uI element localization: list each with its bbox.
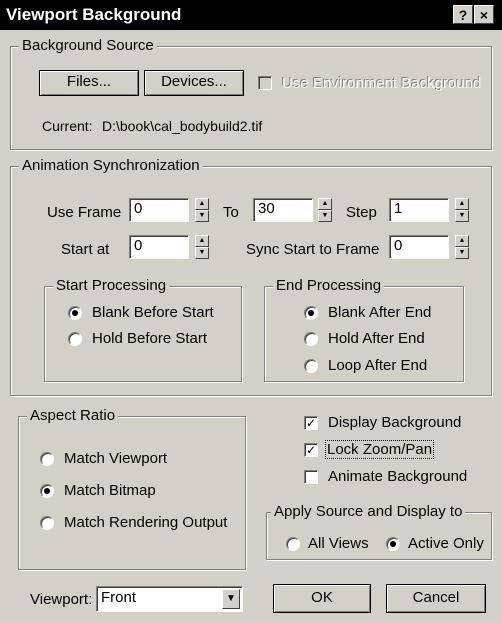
devices-button[interactable]: Devices... bbox=[144, 70, 244, 96]
background-source-group: Background Source bbox=[10, 37, 492, 150]
hold-after-end-radio[interactable] bbox=[304, 332, 318, 346]
cancel-button-label: Cancel bbox=[412, 589, 460, 606]
match-viewport-label: Match Viewport bbox=[64, 450, 168, 467]
current-label: Current: bbox=[42, 118, 93, 134]
step-input[interactable]: 1 bbox=[389, 198, 449, 222]
spinner-up-icon[interactable]: ▲ bbox=[195, 235, 209, 247]
use-frame-spinner[interactable]: ▲ ▼ bbox=[195, 198, 209, 222]
spinner-down-icon[interactable]: ▼ bbox=[195, 247, 209, 259]
active-only-radio[interactable] bbox=[386, 537, 400, 551]
spinner-down-icon[interactable]: ▼ bbox=[455, 247, 469, 259]
match-bitmap-radio[interactable] bbox=[40, 484, 54, 498]
blank-after-end-label: Blank After End bbox=[328, 304, 432, 321]
use-frame-input[interactable]: 0 bbox=[129, 198, 189, 222]
loop-after-end-label: Loop After End bbox=[328, 357, 428, 374]
all-views-radio[interactable] bbox=[286, 537, 300, 551]
viewport-label: Viewport: bbox=[30, 591, 93, 608]
ok-button-label: OK bbox=[311, 589, 333, 606]
viewport-select[interactable]: Front ▼ bbox=[96, 586, 243, 612]
help-button[interactable]: ? bbox=[453, 5, 473, 24]
display-background-checkbox[interactable]: ✓ bbox=[304, 416, 318, 430]
spinner-up-icon[interactable]: ▲ bbox=[455, 235, 469, 247]
to-spinner[interactable]: ▲ ▼ bbox=[318, 198, 332, 222]
blank-after-end-radio[interactable] bbox=[304, 306, 318, 320]
match-viewport-radio[interactable] bbox=[40, 452, 54, 466]
animation-sync-legend: Animation Synchronization bbox=[19, 157, 203, 174]
sync-start-input[interactable]: 0 bbox=[389, 235, 449, 259]
use-environment-label: Use Environment Background bbox=[282, 75, 482, 92]
sync-start-label: Sync Start to Frame bbox=[246, 241, 380, 258]
current-path: D:\book\cal_bodybuild2.tif bbox=[102, 118, 263, 134]
start-at-label: Start at bbox=[61, 241, 110, 258]
spinner-down-icon[interactable]: ▼ bbox=[455, 210, 469, 222]
loop-after-end-radio[interactable] bbox=[304, 359, 318, 373]
background-source-legend: Background Source bbox=[19, 37, 157, 54]
devices-button-label: Devices... bbox=[161, 73, 227, 90]
ok-button[interactable]: OK bbox=[273, 584, 371, 613]
start-at-spinner[interactable]: ▲ ▼ bbox=[195, 235, 209, 259]
active-only-label: Active Only bbox=[408, 535, 484, 552]
check-mark-icon: ✓ bbox=[305, 443, 317, 457]
to-input[interactable]: 30 bbox=[253, 198, 313, 222]
end-processing-legend: End Processing bbox=[273, 277, 385, 294]
use-environment-checkbox[interactable] bbox=[258, 76, 272, 90]
lock-zoom-checkbox[interactable]: ✓ bbox=[304, 443, 318, 457]
spinner-up-icon[interactable]: ▲ bbox=[318, 198, 332, 210]
hold-before-start-label: Hold Before Start bbox=[92, 330, 208, 347]
aspect-ratio-legend: Aspect Ratio bbox=[27, 407, 119, 424]
match-rendering-output-label: Match Rendering Output bbox=[64, 514, 228, 531]
blank-before-start-radio[interactable] bbox=[68, 306, 82, 320]
start-processing-legend: Start Processing bbox=[53, 277, 170, 294]
match-rendering-output-radio[interactable] bbox=[40, 516, 54, 530]
animate-background-checkbox[interactable] bbox=[304, 470, 318, 484]
title-bar: Viewport Background ? × bbox=[0, 0, 502, 30]
start-at-input[interactable]: 0 bbox=[129, 235, 189, 259]
blank-before-start-label: Blank Before Start bbox=[92, 304, 214, 321]
spinner-up-icon[interactable]: ▲ bbox=[195, 198, 209, 210]
display-background-label: Display Background bbox=[328, 414, 462, 431]
hold-before-start-radio[interactable] bbox=[68, 332, 82, 346]
sync-start-spinner[interactable]: ▲ ▼ bbox=[455, 235, 469, 259]
viewport-select-value: Front bbox=[101, 589, 137, 606]
dropdown-arrow-icon[interactable]: ▼ bbox=[222, 589, 240, 609]
match-bitmap-label: Match Bitmap bbox=[64, 482, 156, 499]
all-views-label: All Views bbox=[308, 535, 369, 552]
use-frame-label: Use Frame bbox=[47, 204, 122, 221]
spinner-down-icon[interactable]: ▼ bbox=[195, 210, 209, 222]
apply-to-legend: Apply Source and Display to bbox=[271, 503, 466, 520]
cancel-button[interactable]: Cancel bbox=[386, 584, 486, 613]
animate-background-label: Animate Background bbox=[328, 468, 468, 485]
check-mark-icon: ✓ bbox=[305, 416, 317, 430]
close-button[interactable]: × bbox=[474, 5, 494, 24]
files-button[interactable]: Files... bbox=[39, 70, 139, 96]
spinner-up-icon[interactable]: ▲ bbox=[455, 198, 469, 210]
step-label: Step bbox=[346, 204, 377, 221]
window-title: Viewport Background bbox=[6, 5, 182, 24]
spinner-down-icon[interactable]: ▼ bbox=[318, 210, 332, 222]
step-spinner[interactable]: ▲ ▼ bbox=[455, 198, 469, 222]
hold-after-end-label: Hold After End bbox=[328, 330, 425, 347]
to-label: To bbox=[223, 204, 239, 221]
files-button-label: Files... bbox=[66, 73, 112, 90]
lock-zoom-label: Lock Zoom/Pan bbox=[324, 440, 435, 459]
